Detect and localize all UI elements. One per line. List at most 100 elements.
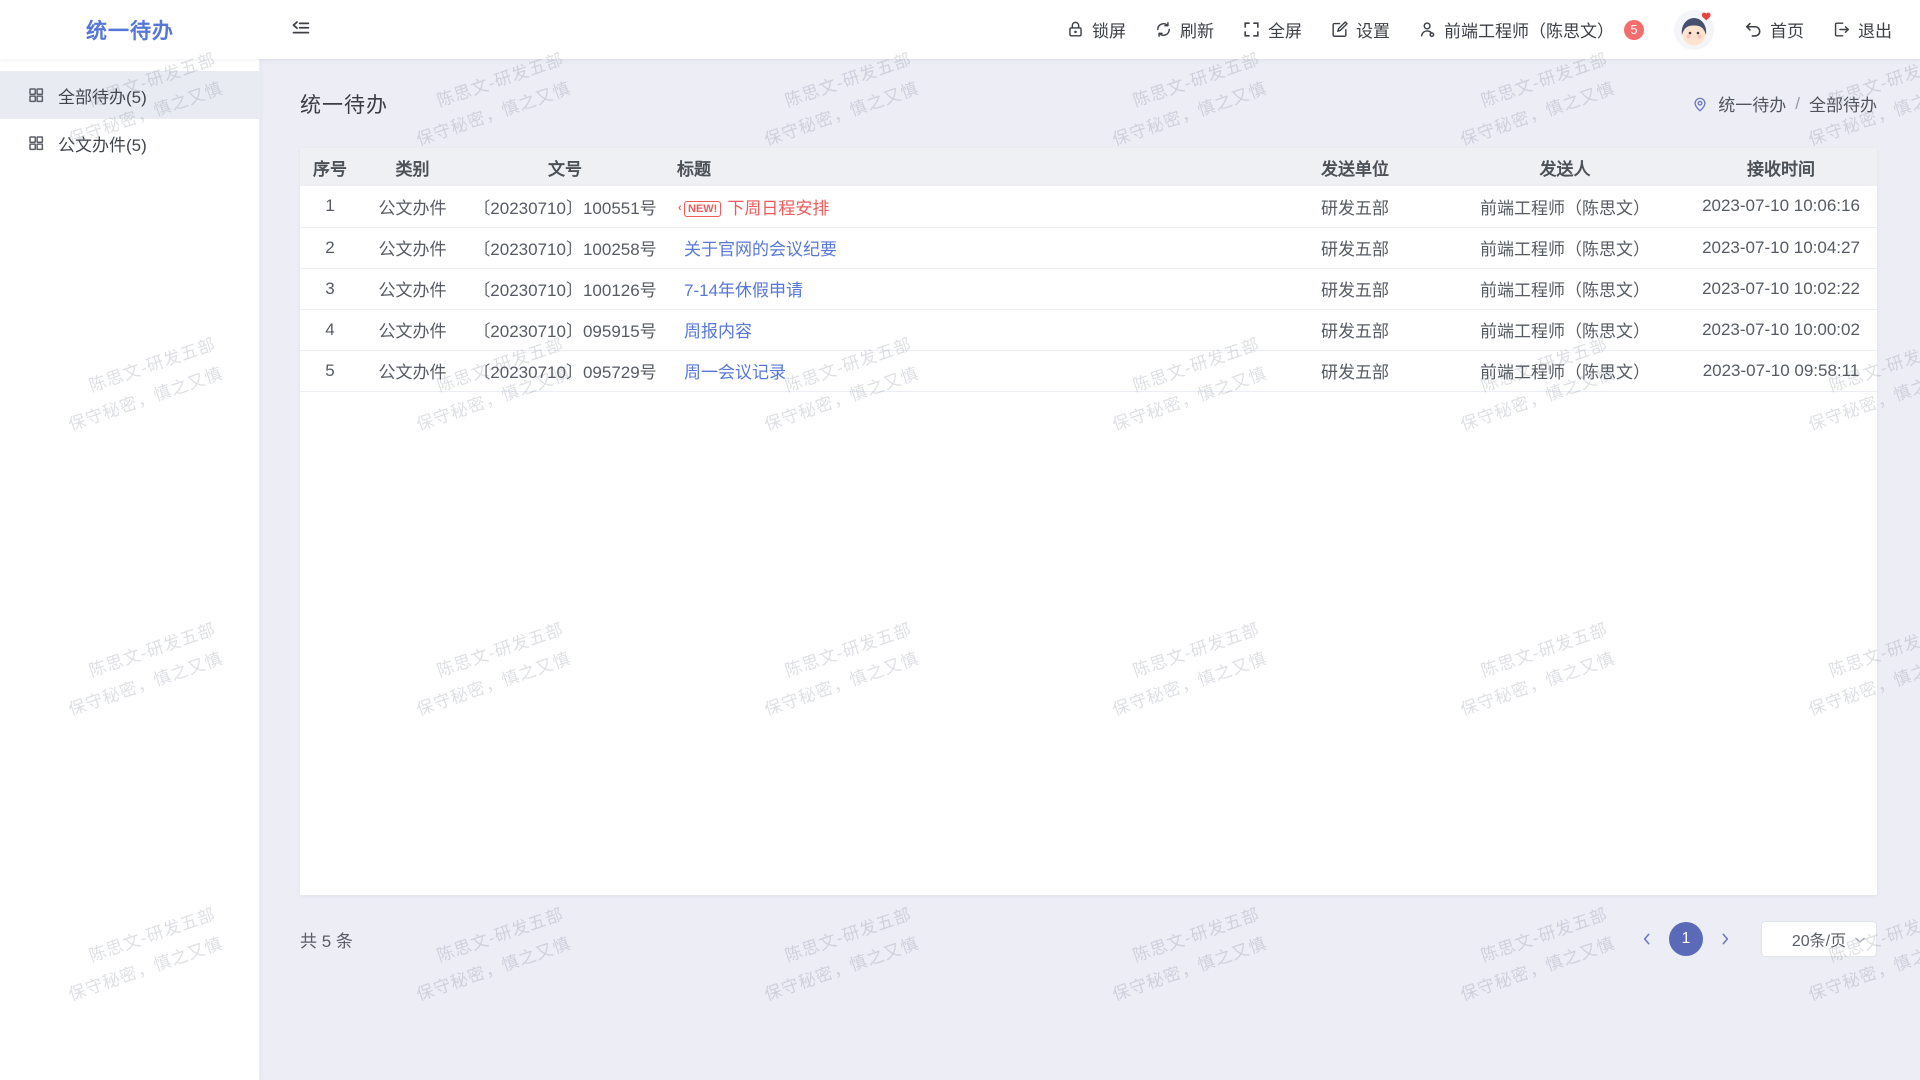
table-row[interactable]: 3 公文办件 〔20230710〕100126号 7-14年休假申请 研发五部 … (300, 268, 1877, 309)
refresh-label: 刷新 (1180, 17, 1214, 42)
cell-time: 2023-07-10 10:04:27 (1685, 227, 1877, 268)
cell-category: 公文办件 (360, 186, 465, 227)
cell-no: 2 (300, 227, 360, 268)
chevron-right-icon (1717, 931, 1733, 947)
doc-title-link[interactable]: 7-14年休假申请 (684, 281, 803, 300)
top-header: 统一待办 锁屏 刷新 (0, 0, 1920, 59)
breadcrumb-separator: / (1795, 94, 1800, 114)
cell-no: 4 (300, 309, 360, 350)
app-logo: 统一待办 (0, 15, 260, 45)
lock-icon (1066, 20, 1085, 39)
grid-icon (27, 134, 45, 152)
doc-title-link[interactable]: 下周日程安排 (727, 199, 829, 218)
sidebar: 全部待办(5) 公文办件(5) (0, 59, 260, 1080)
cell-unit: 研发五部 (1265, 186, 1445, 227)
column-header-sender: 发送人 (1445, 148, 1685, 186)
cell-category: 公文办件 (360, 268, 465, 309)
main-content: 统一待办 统一待办 / 全部待办 序号 类别 文号 标题 (260, 59, 1920, 1080)
refresh-button[interactable]: 刷新 (1154, 17, 1214, 42)
column-header-time: 接收时间 (1685, 148, 1877, 186)
table-row[interactable]: 2 公文办件 〔20230710〕100258号 关于官网的会议纪要 研发五部 … (300, 227, 1877, 268)
column-header-category: 类别 (360, 148, 465, 186)
menu-fold-button[interactable] (290, 19, 311, 40)
user-menu[interactable]: 前端工程师（陈思文） 5 (1418, 17, 1644, 42)
chevron-left-icon (1639, 931, 1655, 947)
cell-category: 公文办件 (360, 309, 465, 350)
cell-unit: 研发五部 (1265, 227, 1445, 268)
prev-page-button[interactable] (1639, 931, 1655, 947)
logout-icon (1832, 20, 1851, 39)
page-head: 统一待办 统一待办 / 全部待办 (300, 59, 1877, 148)
cell-no: 5 (300, 350, 360, 391)
user-avatar[interactable] (1672, 8, 1716, 52)
current-page[interactable]: 1 (1669, 922, 1703, 956)
column-header-unit: 发送单位 (1265, 148, 1445, 186)
column-header-doc-no: 文号 (465, 148, 665, 186)
fullscreen-button[interactable]: 全屏 (1242, 17, 1302, 42)
cell-no: 1 (300, 186, 360, 227)
cell-title: NEW! 下周日程安排 (665, 186, 1265, 227)
notification-badge: 5 (1624, 20, 1644, 40)
settings-icon (1330, 20, 1349, 39)
header-actions: 锁屏 刷新 全屏 (1066, 8, 1920, 52)
cell-unit: 研发五部 (1265, 350, 1445, 391)
cell-sender: 前端工程师（陈思文） (1445, 350, 1685, 391)
column-header-title: 标题 (665, 148, 1265, 186)
home-button[interactable]: 首页 (1744, 17, 1804, 42)
cell-title: 7-14年休假申请 (665, 268, 1265, 309)
grid-icon (27, 86, 45, 104)
cell-title: 关于官网的会议纪要 (665, 227, 1265, 268)
doc-title-link[interactable]: 关于官网的会议纪要 (684, 240, 837, 259)
fullscreen-icon (1242, 20, 1261, 39)
table-row[interactable]: 1 公文办件 〔20230710〕100551号 NEW! 下周日程安排 研发五部… (300, 186, 1877, 227)
cell-time: 2023-07-10 10:06:16 (1685, 186, 1877, 227)
settings-label: 设置 (1356, 17, 1390, 42)
next-page-button[interactable] (1717, 931, 1733, 947)
cell-doc-no: 〔20230710〕095915号 (465, 309, 665, 350)
cell-no: 3 (300, 268, 360, 309)
table-footer: 共 5 条 1 20条/页 (300, 895, 1877, 983)
sidebar-item-label: 公文办件(5) (58, 131, 147, 156)
location-pin-icon (1691, 95, 1709, 113)
cell-category: 公文办件 (360, 227, 465, 268)
chevron-down-icon (1853, 933, 1867, 947)
lock-screen-button[interactable]: 锁屏 (1066, 17, 1126, 42)
back-home-icon (1744, 20, 1763, 39)
sidebar-item-label: 全部待办(5) (58, 83, 147, 108)
cell-doc-no: 〔20230710〕100126号 (465, 268, 665, 309)
cell-sender: 前端工程师（陈思文） (1445, 186, 1685, 227)
cell-doc-no: 〔20230710〕100258号 (465, 227, 665, 268)
cell-time: 2023-07-10 10:00:02 (1685, 309, 1877, 350)
page-title: 统一待办 (300, 89, 388, 119)
table-row[interactable]: 4 公文办件 〔20230710〕095915号 周报内容 研发五部 前端工程师… (300, 309, 1877, 350)
refresh-icon (1154, 20, 1173, 39)
sidebar-item-all-todo[interactable]: 全部待办(5) (0, 71, 259, 119)
cell-doc-no: 〔20230710〕095729号 (465, 350, 665, 391)
cell-unit: 研发五部 (1265, 268, 1445, 309)
new-badge: NEW! (684, 201, 721, 217)
home-label: 首页 (1770, 17, 1804, 42)
page-size-value: 20条/页 (1792, 927, 1846, 951)
sidebar-item-official-docs[interactable]: 公文办件(5) (0, 119, 259, 167)
doc-title-link[interactable]: 周一会议记录 (684, 363, 786, 382)
user-name: 前端工程师（陈思文） (1444, 17, 1614, 42)
table-header-row: 序号 类别 文号 标题 发送单位 发送人 接收时间 (300, 148, 1877, 186)
cell-time: 2023-07-10 10:02:22 (1685, 268, 1877, 309)
logout-button[interactable]: 退出 (1832, 17, 1892, 42)
settings-button[interactable]: 设置 (1330, 17, 1390, 42)
total-count: 共 5 条 (300, 927, 353, 952)
breadcrumb: 统一待办 / 全部待办 (1691, 91, 1877, 116)
doc-title-link[interactable]: 周报内容 (684, 322, 752, 341)
todo-table: 序号 类别 文号 标题 发送单位 发送人 接收时间 1 公文办件 〔202307… (300, 148, 1877, 392)
cell-unit: 研发五部 (1265, 309, 1445, 350)
breadcrumb-item-current: 全部待办 (1809, 91, 1877, 116)
menu-fold-icon (290, 19, 311, 40)
cell-doc-no: 〔20230710〕100551号 (465, 186, 665, 227)
cell-time: 2023-07-10 09:58:11 (1685, 350, 1877, 391)
table-row[interactable]: 5 公文办件 〔20230710〕095729号 周一会议记录 研发五部 前端工… (300, 350, 1877, 391)
cell-title: 周报内容 (665, 309, 1265, 350)
todo-table-card: 序号 类别 文号 标题 发送单位 发送人 接收时间 1 公文办件 〔202307… (300, 148, 1877, 895)
user-icon (1418, 20, 1437, 39)
page-size-select[interactable]: 20条/页 (1761, 921, 1877, 957)
breadcrumb-item[interactable]: 统一待办 (1718, 91, 1786, 116)
